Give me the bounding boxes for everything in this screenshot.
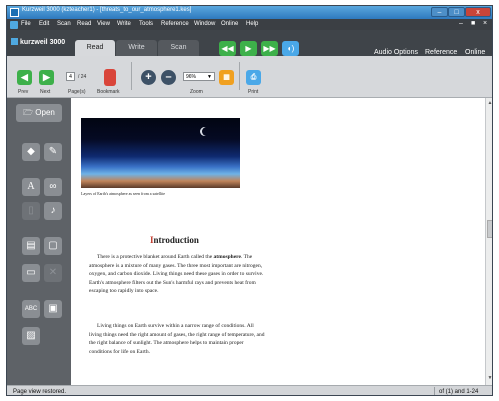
toolbar: ◀ Prev ▶ Next 4 / 24 Page(s) Bookmark + … [7, 56, 492, 98]
brand-logo-icon [11, 38, 18, 45]
open-button[interactable]: 🗁 Open [16, 104, 62, 122]
tab-bar: kurzweil 3000 Read Write Scan ◀◀ ▶ ▶▶ ◖)… [7, 30, 492, 56]
reference-button[interactable]: Reference [425, 49, 457, 56]
menu-reference[interactable]: Reference [161, 21, 189, 27]
notes-icon[interactable]: ▤ [22, 237, 40, 255]
menu-read[interactable]: Read [77, 21, 91, 27]
menu-bar: File Edit Scan Read View Write Tools Ref… [7, 19, 492, 30]
status-divider [434, 387, 435, 395]
menu-help[interactable]: Help [246, 21, 258, 27]
status-bar: Page view restored. of (1) and 1-24 [7, 385, 492, 395]
menu-tools[interactable]: Tools [139, 21, 153, 27]
doc-minimize-button[interactable]: – [459, 20, 463, 27]
app-window: Kurzweil 3000 (kzteacher1) - [threats_to… [6, 5, 493, 396]
chevron-down-icon: ▼ [207, 74, 212, 80]
left-sidebar: 🗁 Open ◆ ✎ A ∞ ▯ ♪ ▤ ▢ ▭ ✕ ABC ▣ ▨ [7, 98, 71, 385]
moon-graphic [202, 127, 211, 136]
eraser-icon[interactable]: ◆ [22, 143, 40, 161]
tab-scan[interactable]: Scan [158, 40, 199, 56]
next-arrow-icon[interactable]: ▶ [39, 70, 54, 85]
page-number-input[interactable]: 4 [66, 72, 75, 81]
photo-caption: Layers of Earth's atmosphere as seen fro… [81, 191, 166, 196]
paragraph-1: There is a protective blanket around Ear… [89, 253, 265, 296]
atmosphere-photo [81, 118, 240, 188]
title-bar: Kurzweil 3000 (kzteacher1) - [threats_to… [7, 6, 492, 19]
folder-icon: 🗁 [23, 108, 34, 117]
kurzweil-logo-icon [10, 21, 18, 29]
image-icon[interactable]: ▨ [22, 327, 40, 345]
bookmark-icon[interactable] [104, 69, 116, 86]
paragraph-1-end: . The atmosphere is a mixture of many ga… [89, 254, 264, 295]
spellcheck-icon[interactable]: ABC [22, 300, 40, 318]
zoom-fit-icon[interactable]: ▦ [219, 70, 234, 85]
scroll-down-icon[interactable]: ▼ [487, 375, 492, 382]
prev-arrow-icon[interactable]: ◀ [17, 70, 32, 85]
zoom-select[interactable]: 96% ▼ [183, 72, 215, 81]
menu-write[interactable]: Write [117, 21, 131, 27]
window-title: Kurzweil 3000 (kzteacher1) - [threats_to… [22, 7, 192, 13]
print-label: Print [248, 89, 259, 95]
tab-write[interactable]: Write [116, 40, 157, 56]
zoom-in-icon[interactable]: + [141, 70, 156, 85]
open-label: Open [35, 108, 55, 117]
vertical-scrollbar[interactable]: ▲ ▼ [485, 98, 492, 385]
app-icon [10, 8, 19, 17]
toolbar-divider [131, 62, 132, 90]
microphone-icon[interactable]: ♪ [44, 202, 62, 220]
brand-label: kurzweil 3000 [11, 38, 65, 46]
section-heading: Introduction [150, 235, 199, 245]
maximize-button[interactable]: □ [448, 7, 465, 17]
doc-close-button[interactable]: × [483, 20, 487, 27]
link-icon[interactable]: ∞ [44, 178, 62, 196]
scroll-thumb[interactable] [487, 220, 492, 238]
minimize-button[interactable]: – [431, 7, 448, 17]
print-icon[interactable]: ⎙ [246, 70, 261, 85]
play-icon[interactable]: ▶ [240, 41, 257, 56]
zoom-label: Zoom [190, 89, 203, 95]
prev-label: Prev [18, 89, 29, 95]
document-page: Layers of Earth's atmosphere as seen fro… [71, 98, 485, 385]
menu-window[interactable]: Window [194, 21, 215, 27]
paragraph-2: Living things on Earth survive within a … [89, 322, 265, 356]
menu-scan[interactable]: Scan [57, 21, 71, 27]
close-button[interactable]: x [465, 7, 491, 17]
next-label: Next [40, 89, 51, 95]
heading-rest: ntroduction [153, 235, 199, 245]
fast-forward-icon[interactable]: ▶▶ [261, 41, 278, 56]
menu-view[interactable]: View [97, 21, 110, 27]
trash-icon: ▯ [22, 202, 40, 220]
zoom-value: 96% [186, 74, 197, 80]
status-message: Page view restored. [13, 389, 67, 395]
page-total: / 24 [78, 74, 87, 80]
paragraph-2-text: Living things on Earth survive within a … [89, 323, 265, 355]
online-button[interactable]: Online [465, 49, 485, 56]
rewind-icon[interactable]: ◀◀ [219, 41, 236, 56]
status-page-info: of (1) and 1-24 [439, 389, 479, 395]
text-note-icon[interactable]: A [22, 178, 40, 196]
document-viewport[interactable]: Layers of Earth's atmosphere as seen fro… [71, 98, 485, 385]
paragraph-1-start: There is a protective blanket around Ear… [97, 254, 214, 260]
volume-icon[interactable]: ◖) [282, 41, 299, 56]
menu-edit[interactable]: Edit [39, 21, 49, 27]
scroll-up-icon[interactable]: ▲ [487, 100, 492, 107]
menu-file[interactable]: File [21, 21, 31, 27]
tab-read[interactable]: Read [75, 40, 115, 56]
zoom-out-icon[interactable]: – [161, 70, 176, 85]
highlighter-icon[interactable]: ✎ [44, 143, 62, 161]
paragraph-1-bold: atmosphere [213, 254, 241, 260]
dictionary-icon[interactable]: ▣ [44, 300, 62, 318]
brand-text: kurzweil 3000 [20, 39, 66, 46]
menu-online[interactable]: Online [221, 21, 238, 27]
audio-options-button[interactable]: Audio Options [374, 49, 418, 56]
close-x-icon: ✕ [44, 264, 62, 282]
keyboard-icon[interactable]: ▭ [22, 264, 40, 282]
doc-maximize-button[interactable]: ■ [471, 20, 475, 27]
page-icon[interactable]: ▢ [44, 237, 62, 255]
bookmark-label: Bookmark [97, 89, 120, 95]
pages-label: Page(s) [68, 89, 86, 95]
toolbar-divider [239, 62, 240, 90]
